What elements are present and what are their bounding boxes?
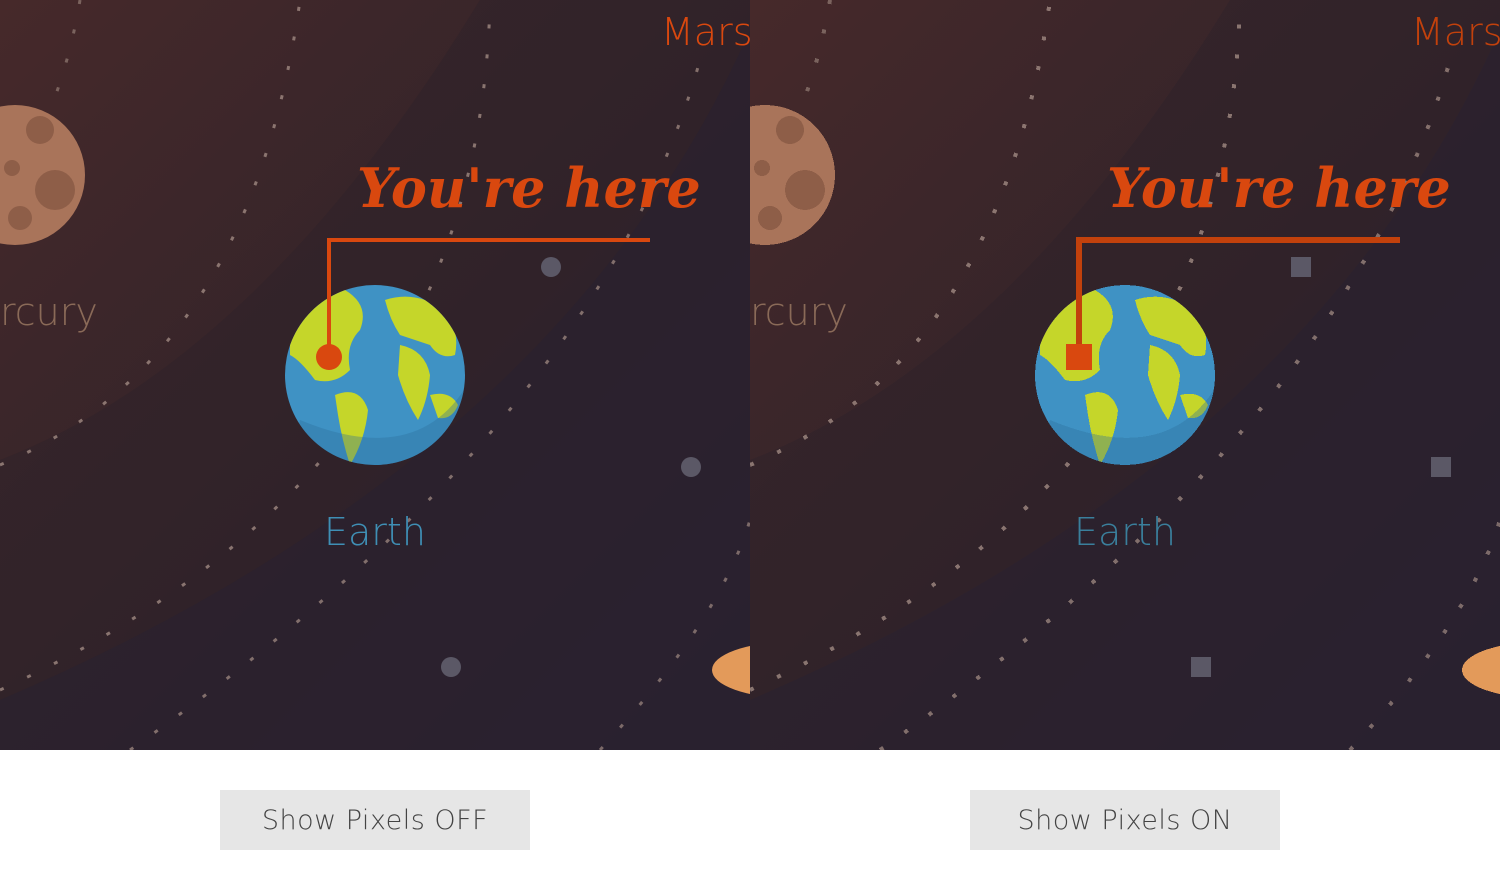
show-pixels-on-button[interactable]: Show Pixels ON: [970, 790, 1280, 850]
you-are-here-label: You're here: [1107, 156, 1451, 220]
earth-label: Earth: [1074, 510, 1176, 554]
scene-panel-pixels-on: You're here Earth rcury Mars: [750, 0, 1500, 750]
you-are-here-label: You're here: [357, 156, 701, 220]
mars-label: Mars: [661, 10, 750, 54]
show-pixels-off-button[interactable]: Show Pixels OFF: [220, 790, 530, 850]
moon-dot: [1191, 657, 1211, 677]
moon-dot: [681, 457, 701, 477]
location-marker: [1066, 344, 1092, 370]
mercury-label: rcury: [750, 290, 848, 334]
solar-system-illustration-pixelated: You're here Earth rcury Mars: [750, 0, 1500, 750]
moon-dot: [1291, 257, 1311, 277]
moon-dot: [541, 257, 561, 277]
location-marker: [316, 344, 342, 370]
scene-panel-pixels-off: You're here Earth rcury Mars: [0, 0, 750, 750]
solar-system-illustration: You're here Earth rcury Mars: [0, 0, 750, 750]
earth-label: Earth: [324, 510, 426, 554]
mercury-label: rcury: [0, 290, 98, 334]
moon-dot: [1431, 457, 1451, 477]
mars-label: Mars: [1411, 10, 1500, 54]
moon-dot: [441, 657, 461, 677]
